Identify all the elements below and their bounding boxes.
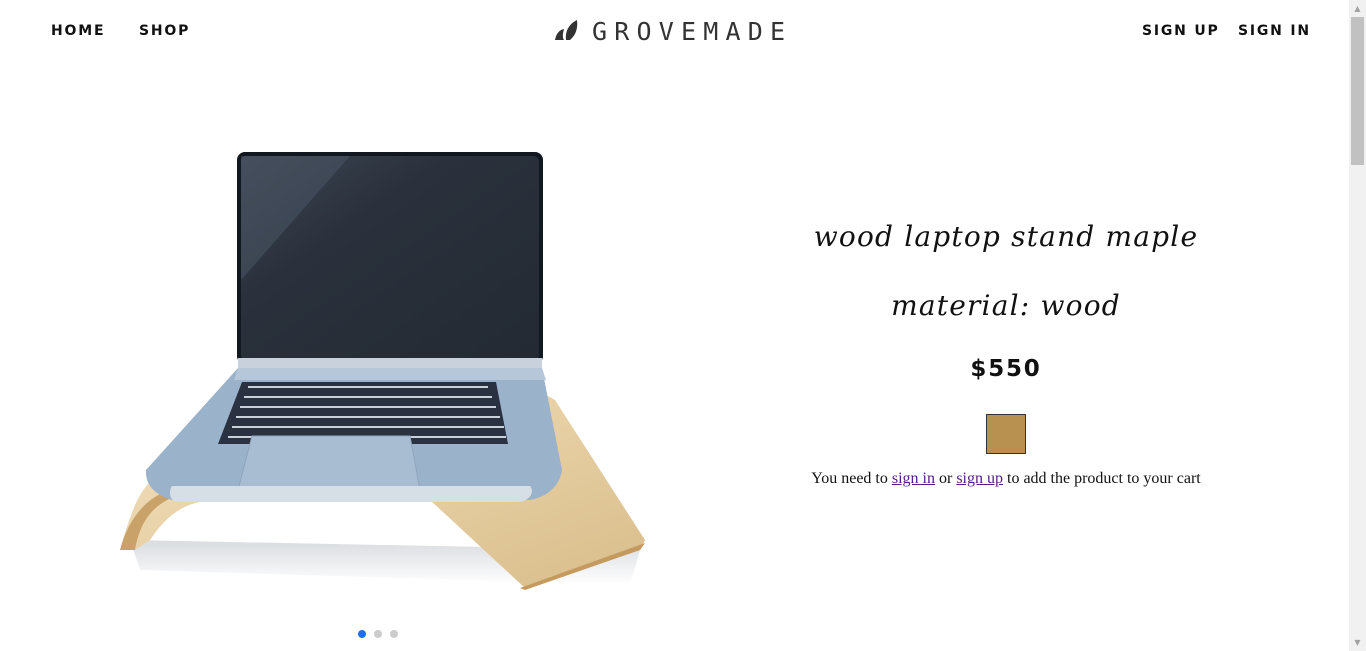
scroll-thumb[interactable] [1351,17,1364,165]
gallery-dot-1[interactable] [358,630,366,638]
product-price: $550 [970,356,1042,382]
site-header: HOME SHOP GROVEMADE SIGN UP SIGN IN [0,0,1349,62]
product-material: material: wood [891,289,1121,322]
nav-sign-up-link[interactable]: SIGN UP [1142,23,1220,39]
sign-in-link[interactable]: sign in [892,470,935,487]
scroll-up-icon[interactable]: ▲ [1349,0,1366,17]
leaf-logo-icon [555,20,578,40]
cart-notice: You need to sign in or sign up to add th… [760,470,1252,488]
gallery-dot-2[interactable] [374,630,382,638]
nav-shop-link[interactable]: SHOP [139,23,190,39]
product-info: wood laptop stand maple material: wood $… [760,200,1252,488]
cart-notice-or: or [935,470,957,487]
sign-up-link[interactable]: sign up [956,470,1003,487]
cart-notice-suffix: to add the product to your cart [1003,470,1201,487]
product-title: wood laptop stand maple [813,220,1199,253]
brand-name: GROVEMADE [592,16,793,46]
cart-notice-prefix: You need to [811,470,892,487]
vertical-scrollbar[interactable]: ▲ ▼ [1349,0,1366,651]
scroll-down-icon[interactable]: ▼ [1349,634,1366,651]
gallery-dots [358,630,406,638]
nav-home-link[interactable]: HOME [51,23,105,39]
color-swatch[interactable] [986,414,1026,454]
gallery-dot-3[interactable] [390,630,398,638]
brand-logo[interactable]: GROVEMADE [554,14,792,48]
product-image: MacBook Pro [120,152,645,590]
nav-sign-in-link[interactable]: SIGN IN [1238,23,1311,39]
